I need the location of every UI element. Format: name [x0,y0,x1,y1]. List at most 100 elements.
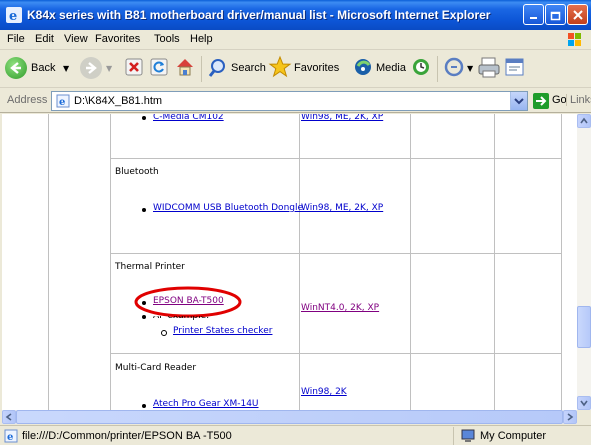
close-icon [573,10,583,20]
sub-link-printer-states[interactable]: Printer States checker [173,326,272,336]
os-link-epson[interactable]: WinNT4.0, 2K, XP [301,303,379,313]
table-border [561,114,562,410]
print-button[interactable] [477,55,501,83]
chevron-right-icon [567,413,574,421]
minimize-icon [530,17,537,19]
close-button[interactable] [567,4,588,25]
menu-view[interactable]: View [64,33,88,45]
menu-file[interactable]: File [7,33,25,45]
vertical-scrollbar[interactable] [577,114,591,410]
history-button[interactable] [410,55,432,83]
printer-icon [478,57,500,78]
back-button[interactable]: Back ▼ [5,55,75,83]
scroll-thumb[interactable] [16,410,563,424]
back-label: Back [31,62,56,74]
forward-dropdown-icon[interactable]: ▼ [106,64,112,73]
os-link-atech[interactable]: Win98, 2K [301,387,347,397]
table-border [110,158,561,159]
stop-button[interactable] [124,55,144,83]
computer-icon [461,429,475,442]
toolbar-separator [201,56,202,82]
menu-help[interactable]: Help [190,33,213,45]
menu-tools[interactable]: Tools [154,33,180,45]
maximize-button[interactable] [545,4,566,25]
section-title-bluetooth: Bluetooth [115,167,159,177]
os-link-widcomm[interactable]: Win98, ME, 2K, XP [301,203,383,213]
section-title-thermal-printer: Thermal Printer [115,262,185,272]
page-icon: e [56,94,70,108]
address-value: D:\K84X_B81.htm [74,95,163,107]
forward-button[interactable]: ▼ [80,55,116,83]
refresh-button[interactable] [149,55,169,83]
title-bar[interactable]: e K84x series with B81 motherboard drive… [0,0,591,30]
scroll-right-button[interactable] [563,410,577,424]
windows-flag-icon [568,33,581,46]
status-bar: e file:///D:/Common/printer/EPSON BA -T5… [0,425,591,445]
address-input[interactable]: e D:\K84X_B81.htm [51,91,528,111]
svg-text:e: e [7,432,13,443]
driver-link-widcomm[interactable]: WIDCOMM USB Bluetooth Dongle [153,203,303,213]
menu-favorites[interactable]: Favorites [95,33,140,45]
section-title-multi-card-reader: Multi-Card Reader [115,363,197,373]
bullet [142,208,146,212]
search-icon [208,59,225,77]
refresh-icon [150,58,168,76]
maximize-icon [550,11,561,21]
zone-label: My Computer [480,430,547,442]
minimize-button[interactable] [523,4,544,25]
media-icon [355,59,371,75]
ie-logo-icon: e [6,7,22,23]
go-button[interactable] [533,93,549,109]
edit-button[interactable] [503,55,527,83]
horizontal-scrollbar[interactable] [2,410,577,424]
search-label: Search [231,62,266,74]
scroll-up-button[interactable] [577,114,591,128]
favorites-button[interactable]: Favorites [268,55,348,83]
security-zone: My Computer [453,427,589,445]
svg-text:e: e [59,97,65,108]
media-label: Media [376,62,406,74]
table-border [110,353,561,354]
scroll-thumb[interactable] [577,306,591,348]
mail-icon [444,57,464,77]
back-arrow-icon [5,57,27,79]
mail-button[interactable]: ▼ [443,55,475,83]
address-dropdown-button[interactable] [510,92,527,110]
table-border [48,114,49,410]
home-button[interactable] [174,55,196,83]
mail-dropdown-icon[interactable]: ▼ [467,64,473,73]
bullet [142,116,146,120]
page-content: C-Media CM102 Win98, ME, 2K, XP Bluetoot… [2,114,577,410]
media-button[interactable]: Media [352,55,407,83]
address-label: Address [7,94,48,106]
go-arrow-icon [536,96,547,106]
toolbar: Back ▼ ▼ Search Favorites Media ▼ [0,50,591,88]
highlight-ellipse [134,286,242,318]
scroll-down-button[interactable] [577,396,591,410]
driver-link-cmedia[interactable]: C-Media CM102 [153,114,224,122]
forward-arrow-icon [80,57,102,79]
stop-icon [125,58,143,76]
page-icon: e [4,429,18,443]
bullet [142,404,146,408]
go-label[interactable]: Go [552,94,567,106]
menu-edit[interactable]: Edit [35,33,54,45]
links-label[interactable]: Links [566,94,591,106]
address-bar: Address e D:\K84X_B81.htm Go Links [0,89,591,113]
menu-bar: File Edit View Favorites Tools Help [0,30,591,50]
favorites-star-icon [268,55,292,78]
driver-link-atech[interactable]: Atech Pro Gear XM-14U [153,399,259,409]
chevron-down-icon [514,98,524,105]
back-dropdown-icon[interactable]: ▼ [63,64,69,73]
table-border [110,253,561,254]
circle-bullet [161,330,167,336]
toolbar-separator [437,56,438,82]
chevron-down-icon [580,400,588,407]
home-icon [177,59,193,76]
scroll-left-button[interactable] [2,410,16,424]
edit-document-icon [505,58,524,76]
svg-text:e: e [9,9,17,23]
search-button[interactable]: Search [207,55,267,83]
chevron-left-icon [5,413,12,421]
os-link-cmedia[interactable]: Win98, ME, 2K, XP [301,114,383,122]
